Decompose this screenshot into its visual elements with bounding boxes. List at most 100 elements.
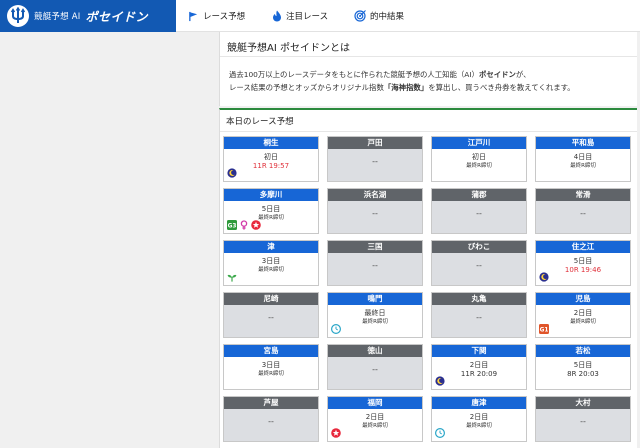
venue-card[interactable]: 丸亀 -- [431, 292, 527, 338]
venue-card[interactable]: 鳴門最終日最終R締切 [327, 292, 423, 338]
venue-name: 戸田 [328, 137, 422, 149]
text-part: が、 [515, 70, 531, 79]
next-race-time: 8R 20:03 [567, 370, 599, 378]
badge-row [331, 324, 341, 334]
venue-card[interactable]: 住之江 5日目 10R 19:46 [535, 240, 631, 286]
g1-icon: G1 [539, 324, 549, 334]
badge-row [227, 272, 237, 282]
venue-name: 津 [224, 241, 318, 253]
nav-featured-race[interactable]: 注目レース [272, 0, 328, 32]
deadline-status: 最終R締切 [258, 267, 284, 273]
venue-card[interactable]: 福岡 2日目 最終R締切 [327, 396, 423, 442]
venue-card[interactable]: 三国 -- [327, 240, 423, 286]
moon-icon [227, 168, 237, 178]
divider [220, 131, 637, 132]
deadline-status: 最終R締切 [466, 423, 492, 429]
venue-card[interactable]: 戸田 -- [327, 136, 423, 182]
moon-icon [435, 376, 445, 386]
venue-status: -- [328, 357, 422, 389]
race-day: 初日 [472, 153, 486, 161]
nav-race-prediction[interactable]: レース予想 [188, 0, 245, 32]
race-day: 2日目 [365, 413, 385, 421]
star-icon [251, 220, 261, 230]
venue-card[interactable]: 徳山 -- [327, 344, 423, 390]
nav-label: 的中結果 [370, 12, 405, 22]
venue-card[interactable]: 尼崎 -- [223, 292, 319, 338]
venue-card[interactable]: 多摩川 5日目 最終R締切 G3 [223, 188, 319, 234]
g3-icon: G3 [227, 220, 237, 230]
venue-card[interactable]: 江戸川 初日 最終R締切 [431, 136, 527, 182]
next-race-time: 11R 20:09 [460, 370, 498, 378]
venue-name: 平和島 [536, 137, 630, 149]
venue-card[interactable]: 桐生 初日 11R 19:57 [223, 136, 319, 182]
venue-status: -- [328, 149, 422, 181]
flag-icon [188, 11, 199, 22]
race-day: 初日 [264, 153, 278, 161]
deadline-status: 最終R締切 [362, 319, 388, 325]
venue-card[interactable]: 唐津 2日目 最終R締切 [431, 396, 527, 442]
venue-status: -- [432, 305, 526, 337]
top-bar: 競艇予想 AI ポセイドン レース予想 注目レース 的中結果 [0, 0, 640, 32]
venue-status: 2日目 11R 20:09 [432, 357, 526, 389]
venue-status: -- [432, 253, 526, 285]
venue-card[interactable]: 常滑 -- [535, 188, 631, 234]
race-day: 5日目 [573, 257, 593, 265]
race-day: 4日目 [573, 153, 593, 161]
poseidon-logo-icon [7, 5, 29, 27]
venue-status: 3日目 最終R締切 [224, 253, 318, 285]
venue-card[interactable]: 津 3日目 最終R締切 [223, 240, 319, 286]
venue-name: 徳山 [328, 345, 422, 357]
venue-name: 若松 [536, 345, 630, 357]
venue-name: 常滑 [536, 189, 630, 201]
venus-icon [239, 220, 249, 230]
deadline-status: 最終R締切 [570, 163, 596, 169]
venue-name: 鳴門 [328, 293, 422, 305]
venue-card[interactable]: 芦屋 -- [223, 396, 319, 442]
text-emphasis: ポセイドン [478, 70, 516, 79]
badge-row [539, 272, 549, 282]
venue-name: びわこ [432, 241, 526, 253]
site-logo[interactable]: 競艇予想 AI ポセイドン [0, 0, 176, 32]
nav-label: 注目レース [286, 12, 329, 22]
venue-card[interactable]: 宮島 3日目 最終R締切 [223, 344, 319, 390]
venue-card[interactable]: 蒲郡 -- [431, 188, 527, 234]
race-day: 最終日 [364, 309, 386, 317]
no-race-dash: -- [372, 209, 378, 218]
venue-status: 4日目最終R締切 [536, 149, 630, 181]
venue-status: 初日 11R 19:57 [224, 149, 318, 181]
venue-card[interactable]: 平和島 4日目 最終R締切 [535, 136, 631, 182]
badge-row [435, 428, 445, 438]
no-race-dash: -- [372, 261, 378, 270]
venue-name: 尼崎 [224, 293, 318, 305]
today-predictions-panel: 本日のレース予想 桐生 初日 11R 19:57 戸田 -- 江戸川 初日 最終R締切 平和島 4… [219, 108, 637, 448]
venue-name: 大村 [536, 397, 630, 409]
venue-status: -- [432, 201, 526, 233]
venue-name: 三国 [328, 241, 422, 253]
target-icon [354, 10, 366, 22]
logo-title: ポセイドン [85, 9, 148, 24]
nav-hit-results[interactable]: 的中結果 [354, 0, 404, 32]
no-race-dash: -- [372, 365, 378, 374]
svg-text:G1: G1 [540, 327, 549, 333]
no-race-dash: -- [268, 313, 274, 322]
race-day: 5日目 [261, 205, 281, 213]
venue-card[interactable]: 浜名湖 -- [327, 188, 423, 234]
venue-card[interactable]: びわこ -- [431, 240, 527, 286]
venue-name: 唐津 [432, 397, 526, 409]
venue-name: 浜名湖 [328, 189, 422, 201]
venue-card[interactable]: 若松 5日目 8R 20:03 [535, 344, 631, 390]
no-race-dash: -- [476, 261, 482, 270]
no-race-dash: -- [580, 417, 586, 426]
no-race-dash: -- [372, 157, 378, 166]
venue-status: 5日目 10R 19:46 [536, 253, 630, 285]
no-race-dash: -- [268, 417, 274, 426]
deadline-status: 最終R締切 [258, 371, 284, 377]
venue-card[interactable]: 大村 -- [535, 396, 631, 442]
venue-name: 住之江 [536, 241, 630, 253]
venue-card[interactable]: 児島 2日目 最終R締切 G1 [535, 292, 631, 338]
venue-card[interactable]: 下関 2日目 11R 20:09 [431, 344, 527, 390]
race-day: 3日目 [261, 361, 281, 369]
no-race-dash: -- [580, 209, 586, 218]
about-panel: 競艇予想AI ポセイドンとは 過去100万以上のレースデータをもとに作られた競艇… [219, 32, 637, 106]
star-icon [331, 428, 341, 438]
